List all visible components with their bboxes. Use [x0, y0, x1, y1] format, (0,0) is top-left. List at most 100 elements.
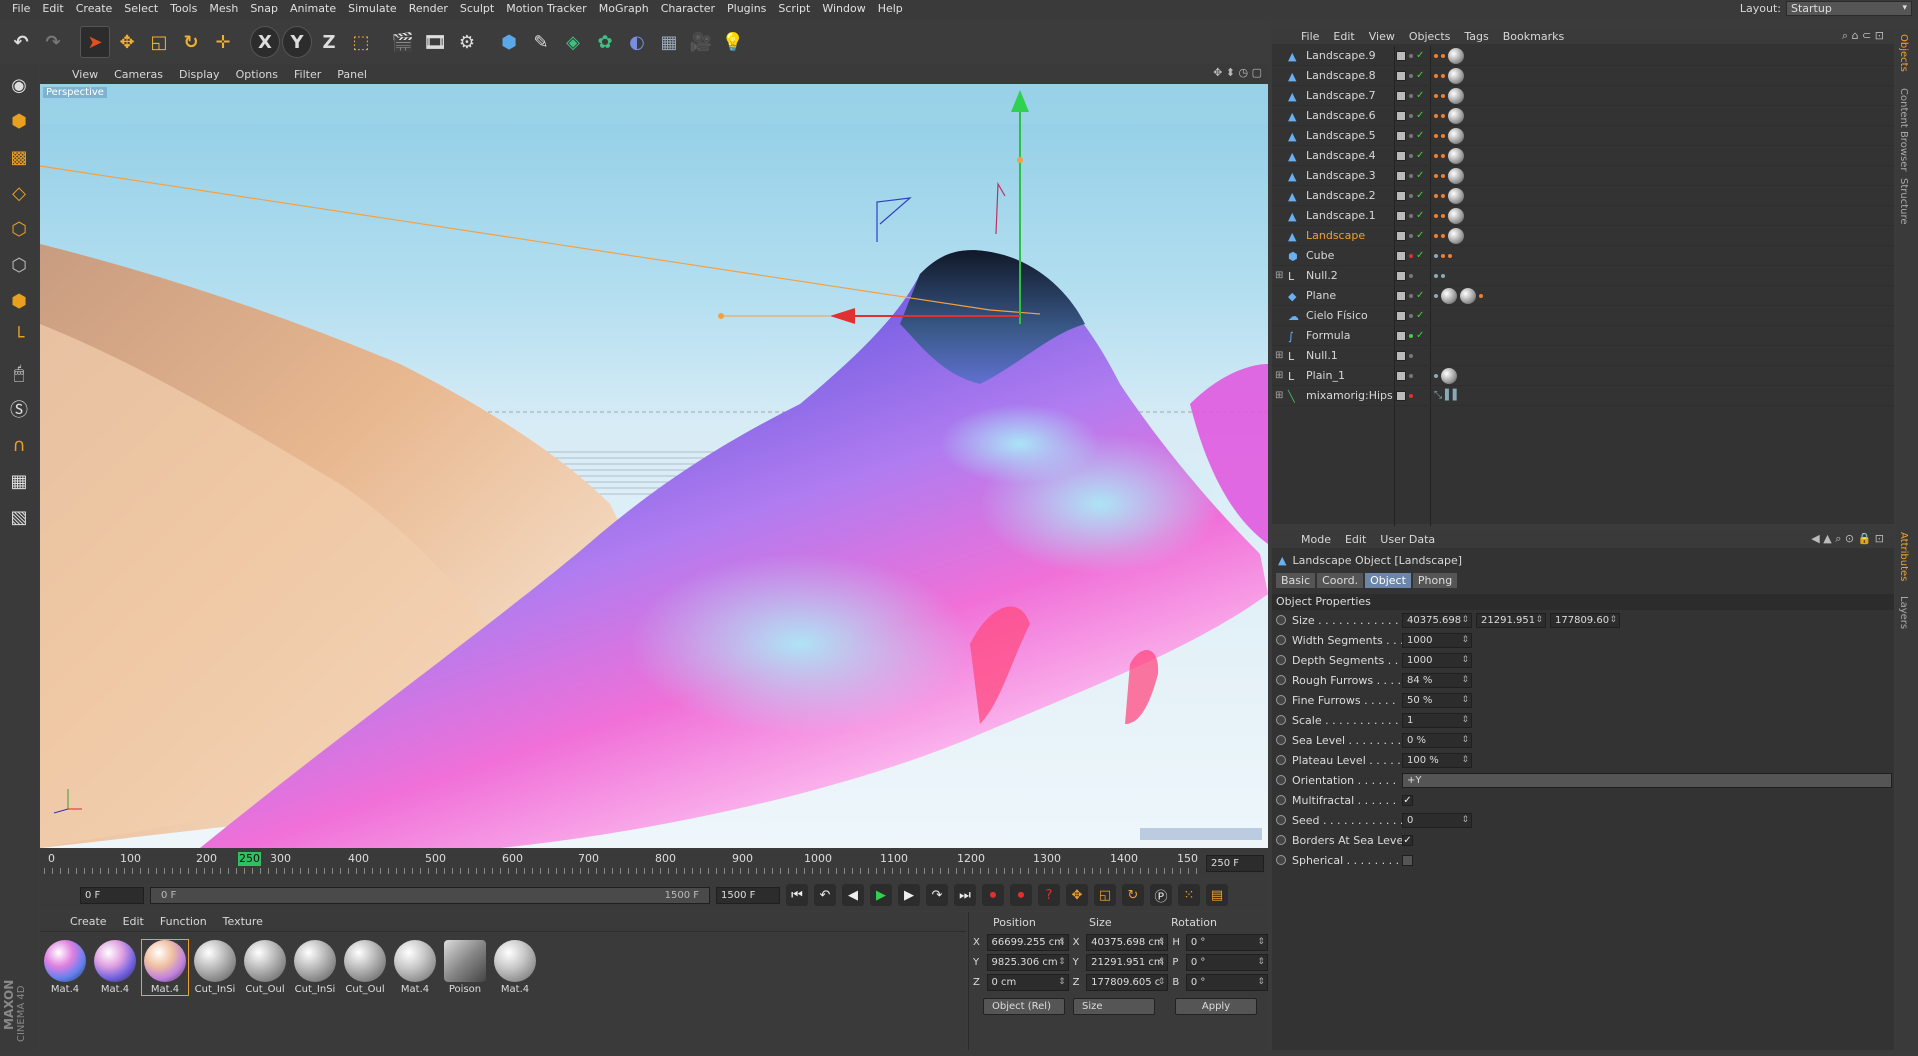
size-y-input[interactable]: 21291.951	[1476, 612, 1546, 628]
visibility-toggle[interactable]	[1396, 390, 1406, 401]
axis-mode-icon[interactable]: └	[4, 322, 34, 352]
points-mode-icon[interactable]: ⬡	[4, 214, 34, 244]
menu-simulate[interactable]: Simulate	[342, 0, 403, 18]
animate-radio[interactable]	[1276, 815, 1286, 825]
deformer-icon[interactable]: ◐	[622, 26, 652, 58]
viewport-menu-view[interactable]: View	[64, 68, 106, 81]
sea-level-input[interactable]: 0 %	[1402, 732, 1472, 748]
keyframe-selection-icon[interactable]: ?	[1038, 884, 1060, 906]
snap-icon[interactable]: Ⓢ	[4, 394, 34, 424]
material-tag-icon[interactable]	[1448, 147, 1464, 164]
menu-script[interactable]: Script	[772, 0, 816, 18]
menu-plugins[interactable]: Plugins	[721, 0, 772, 18]
side-tab-objects[interactable]: Objects	[1898, 34, 1909, 72]
go-to-start-icon[interactable]: ⏮	[786, 884, 808, 906]
animate-radio[interactable]	[1276, 735, 1286, 745]
position-y-field[interactable]: 9825.306 cm	[986, 953, 1069, 971]
layout-select[interactable]: Startup	[1786, 1, 1912, 16]
viewport-menu-panel[interactable]: Panel	[329, 68, 375, 81]
object-row[interactable]: ▲ Landscape.8 ✓	[1272, 66, 1894, 86]
visibility-toggle[interactable]	[1396, 330, 1406, 341]
menu-edit[interactable]: Edit	[36, 0, 69, 18]
perspective-viewport[interactable]: Perspective	[40, 84, 1268, 848]
material-tag-icon[interactable]	[1448, 207, 1464, 224]
material-menu-function[interactable]: Function	[154, 915, 213, 928]
visibility-toggle[interactable]	[1396, 130, 1406, 141]
menu-sculpt[interactable]: Sculpt	[454, 0, 500, 18]
depth-segments-input[interactable]: 1000	[1402, 652, 1472, 668]
object-row[interactable]: ▲ Landscape.7 ✓	[1272, 86, 1894, 106]
scale-tool-icon[interactable]: ◱	[144, 26, 174, 58]
visibility-toggle[interactable]	[1396, 190, 1406, 201]
menu-mograph[interactable]: MoGraph	[593, 0, 655, 18]
material-tag-icon[interactable]	[1448, 127, 1464, 144]
camera-label[interactable]: Perspective	[43, 87, 107, 98]
material-tag-icon[interactable]	[1448, 47, 1464, 64]
multifractal-checkbox[interactable]: ✓	[1402, 794, 1413, 806]
y-axis-lock-button[interactable]: Y	[282, 26, 312, 58]
object-menu-objects[interactable]: Objects	[1402, 30, 1458, 43]
autokey-icon[interactable]: ⏺	[1010, 884, 1032, 906]
point-level-icon[interactable]: ⁙	[1178, 884, 1200, 906]
position-key-icon[interactable]: ✥	[1066, 884, 1088, 906]
object-row[interactable]: ◆ Plane ✓	[1272, 286, 1894, 306]
model-mode-icon[interactable]: ⬢	[4, 106, 34, 136]
subdivision-icon[interactable]: ◈	[558, 26, 588, 58]
coordinate-system-icon[interactable]: ⬚	[346, 26, 376, 58]
object-row[interactable]: ▲ Landscape.4 ✓	[1272, 146, 1894, 166]
play-icon[interactable]: ▶	[870, 884, 892, 906]
render-picture-viewer-icon[interactable]: 🎞	[420, 26, 450, 58]
rotation-h-field[interactable]: 0 °	[1185, 933, 1268, 951]
visibility-toggle[interactable]	[1396, 110, 1406, 121]
live-selection-icon[interactable]: ➤	[80, 26, 110, 58]
menu-create[interactable]: Create	[70, 0, 119, 18]
object-row[interactable]: ⊞ L Plain_1	[1272, 366, 1894, 386]
tab-coord[interactable]: Coord.	[1317, 573, 1364, 588]
camera-icon[interactable]: 🎥	[686, 26, 716, 58]
material-swatch[interactable]: Cut_Oul	[342, 940, 388, 995]
record-keys-icon[interactable]: ⏺	[982, 884, 1004, 906]
render-settings-icon[interactable]: ⚙	[452, 26, 482, 58]
object-row-selected[interactable]: ▲ Landscape ✓	[1272, 226, 1894, 246]
timeline-ruler[interactable]: 0 100 200 250 300 400 500 600 700 800 90…	[40, 850, 1268, 878]
expand-icon[interactable]: ⊞	[1275, 390, 1283, 401]
seed-input[interactable]: 0	[1402, 812, 1472, 828]
object-row[interactable]: ⊞ ╲ mixamorig:Hips ⤡ ▌▌	[1272, 386, 1894, 406]
object-row[interactable]: ▲ Landscape.6 ✓	[1272, 106, 1894, 126]
object-menu-bookmarks[interactable]: Bookmarks	[1496, 30, 1571, 43]
floor-icon[interactable]: ▦	[654, 26, 684, 58]
frame-range-slider[interactable]: 0 F 1500 F	[150, 886, 710, 904]
material-swatch[interactable]: Cut_Oul	[242, 940, 288, 995]
material-tag-icon[interactable]	[1441, 287, 1457, 304]
size-x-field[interactable]: 40375.698 cm	[1086, 933, 1169, 951]
visibility-toggle[interactable]	[1396, 310, 1406, 321]
visibility-toggle[interactable]	[1396, 250, 1406, 261]
menu-character[interactable]: Character	[655, 0, 721, 18]
visibility-toggle[interactable]	[1396, 150, 1406, 161]
side-tab-structure[interactable]: Structure	[1898, 178, 1909, 225]
material-tag-icon[interactable]	[1448, 227, 1464, 244]
go-to-end-icon[interactable]: ⏭	[954, 884, 976, 906]
object-row[interactable]: ▲ Landscape.9 ✓	[1272, 46, 1894, 66]
expand-icon[interactable]: ⊞	[1275, 370, 1283, 381]
visibility-toggle[interactable]	[1396, 270, 1406, 281]
width-segments-input[interactable]: 1000	[1402, 632, 1472, 648]
menu-file[interactable]: File	[6, 0, 36, 18]
viewport-menu-cameras[interactable]: Cameras	[106, 68, 171, 81]
material-tag-icon[interactable]	[1448, 167, 1464, 184]
expand-icon[interactable]: ⊞	[1275, 350, 1283, 361]
size-y-field[interactable]: 21291.951 cm	[1086, 953, 1169, 971]
object-row[interactable]: ▲ Landscape.5 ✓	[1272, 126, 1894, 146]
object-menu-file[interactable]: File	[1294, 30, 1326, 43]
workplane-icon[interactable]: ▦	[4, 466, 34, 496]
material-tag-icon[interactable]	[1448, 67, 1464, 84]
redo-icon[interactable]: ↷	[38, 26, 68, 58]
visibility-toggle[interactable]	[1396, 210, 1406, 221]
material-swatch[interactable]: Mat.4	[392, 940, 438, 995]
menu-tools[interactable]: Tools	[164, 0, 203, 18]
material-swatch[interactable]: Mat.4	[92, 940, 138, 995]
visibility-toggle[interactable]	[1396, 170, 1406, 181]
magnet-icon[interactable]: ∩	[4, 430, 34, 460]
rotation-p-field[interactable]: 0 °	[1185, 953, 1268, 971]
next-frame-icon[interactable]: ▶	[898, 884, 920, 906]
